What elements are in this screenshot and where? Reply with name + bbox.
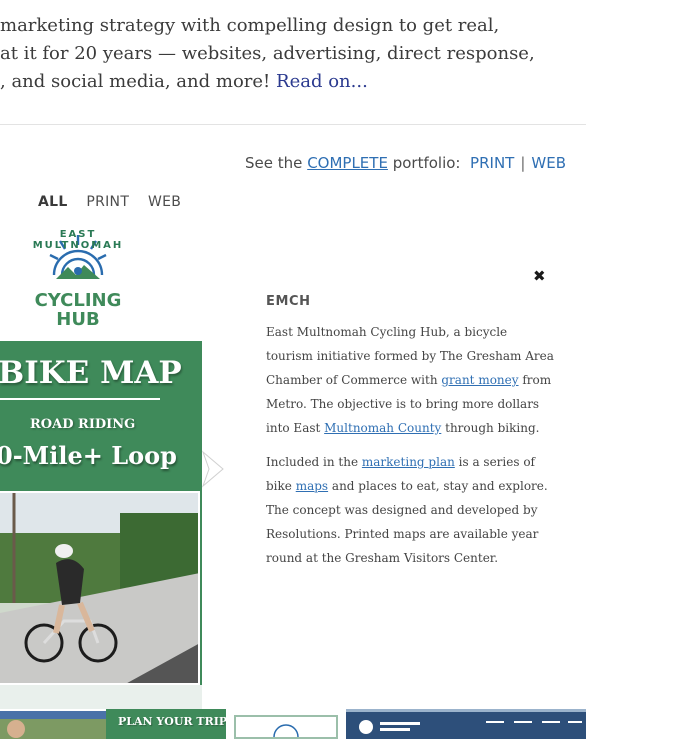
separator: | bbox=[520, 154, 526, 172]
maps-link[interactable]: maps bbox=[296, 479, 328, 493]
thumbnail-plan-your-trip[interactable]: PLAN YOUR TRIP bbox=[106, 709, 226, 739]
thumbnail-website[interactable] bbox=[346, 709, 586, 739]
map-bottom-strip bbox=[0, 685, 202, 709]
thumbnail-1[interactable] bbox=[0, 711, 106, 739]
read-on-link[interactable]: Read on... bbox=[276, 71, 368, 92]
logo-line-2: HUB bbox=[56, 309, 100, 330]
thumbnail-website-image bbox=[346, 709, 586, 739]
cyclist-illustration bbox=[0, 493, 198, 683]
marketing-plan-link[interactable]: marketing plan bbox=[362, 455, 455, 469]
web-portfolio-link[interactable]: WEB bbox=[531, 154, 566, 172]
thumbnail-1-image bbox=[0, 711, 106, 739]
complete-portfolio-link[interactable]: COMPLETE bbox=[307, 154, 388, 172]
logo-name: CYCLING HUB bbox=[16, 291, 140, 329]
plan-your-trip-label: PLAN YOUR TRIP bbox=[118, 715, 226, 728]
bike-map-preview[interactable]: EAST MULTNOMAH CYCLING HUB BIKE MAP ROAD… bbox=[0, 229, 208, 709]
map-loop-title: 0-Mile+ Loop bbox=[0, 441, 177, 470]
intro-line-3: , and social media, and more! Read on... bbox=[0, 68, 600, 96]
grant-money-link[interactable]: grant money bbox=[441, 373, 518, 387]
thumbnail-3-logo-icon bbox=[273, 724, 299, 737]
intro-line-3-text: , and social media, and more! bbox=[0, 71, 271, 92]
next-arrow-icon[interactable] bbox=[199, 450, 227, 488]
p1-text-c: through biking. bbox=[441, 421, 540, 435]
complete-prefix: See the bbox=[245, 154, 303, 172]
print-portfolio-link[interactable]: PRINT bbox=[470, 154, 514, 172]
title-underline bbox=[0, 398, 160, 400]
logo-arc-text: EAST MULTNOMAH bbox=[32, 229, 124, 251]
complete-portfolio-row: See the COMPLETE portfolio: PRINT | WEB bbox=[245, 154, 566, 172]
thumbnail-3[interactable] bbox=[234, 715, 338, 739]
intro-line-1: marketing strategy with compelling desig… bbox=[0, 15, 500, 36]
project-description: East Multnomah Cycling Hub, a bicycle to… bbox=[266, 320, 556, 580]
cyclist-photo bbox=[0, 491, 200, 685]
filter-all[interactable]: ALL bbox=[38, 194, 68, 210]
filter-print[interactable]: PRINT bbox=[86, 194, 129, 210]
logo-line-1: CYCLING bbox=[34, 290, 122, 311]
p2-text-a: Included in the bbox=[266, 455, 362, 469]
multnomah-county-link[interactable]: Multnomah County bbox=[324, 421, 441, 435]
intro-text: marketing strategy with compelling desig… bbox=[0, 12, 600, 96]
divider bbox=[0, 124, 586, 125]
project-title: EMCH bbox=[266, 294, 311, 309]
close-icon[interactable]: ✖ bbox=[533, 267, 546, 285]
filter-tabs: ALL PRINT WEB bbox=[38, 194, 195, 210]
description-paragraph-2: Included in the marketing plan is a seri… bbox=[266, 450, 556, 570]
cycling-hub-logo: EAST MULTNOMAH CYCLING HUB bbox=[0, 229, 202, 341]
complete-suffix: portfolio: bbox=[392, 154, 461, 172]
intro-line-2: at it for 20 years — websites, advertisi… bbox=[0, 43, 535, 64]
map-title: BIKE MAP bbox=[0, 355, 182, 391]
filter-web[interactable]: WEB bbox=[148, 194, 181, 210]
map-subtitle: ROAD RIDING bbox=[30, 417, 136, 432]
description-paragraph-1: East Multnomah Cycling Hub, a bicycle to… bbox=[266, 320, 556, 440]
